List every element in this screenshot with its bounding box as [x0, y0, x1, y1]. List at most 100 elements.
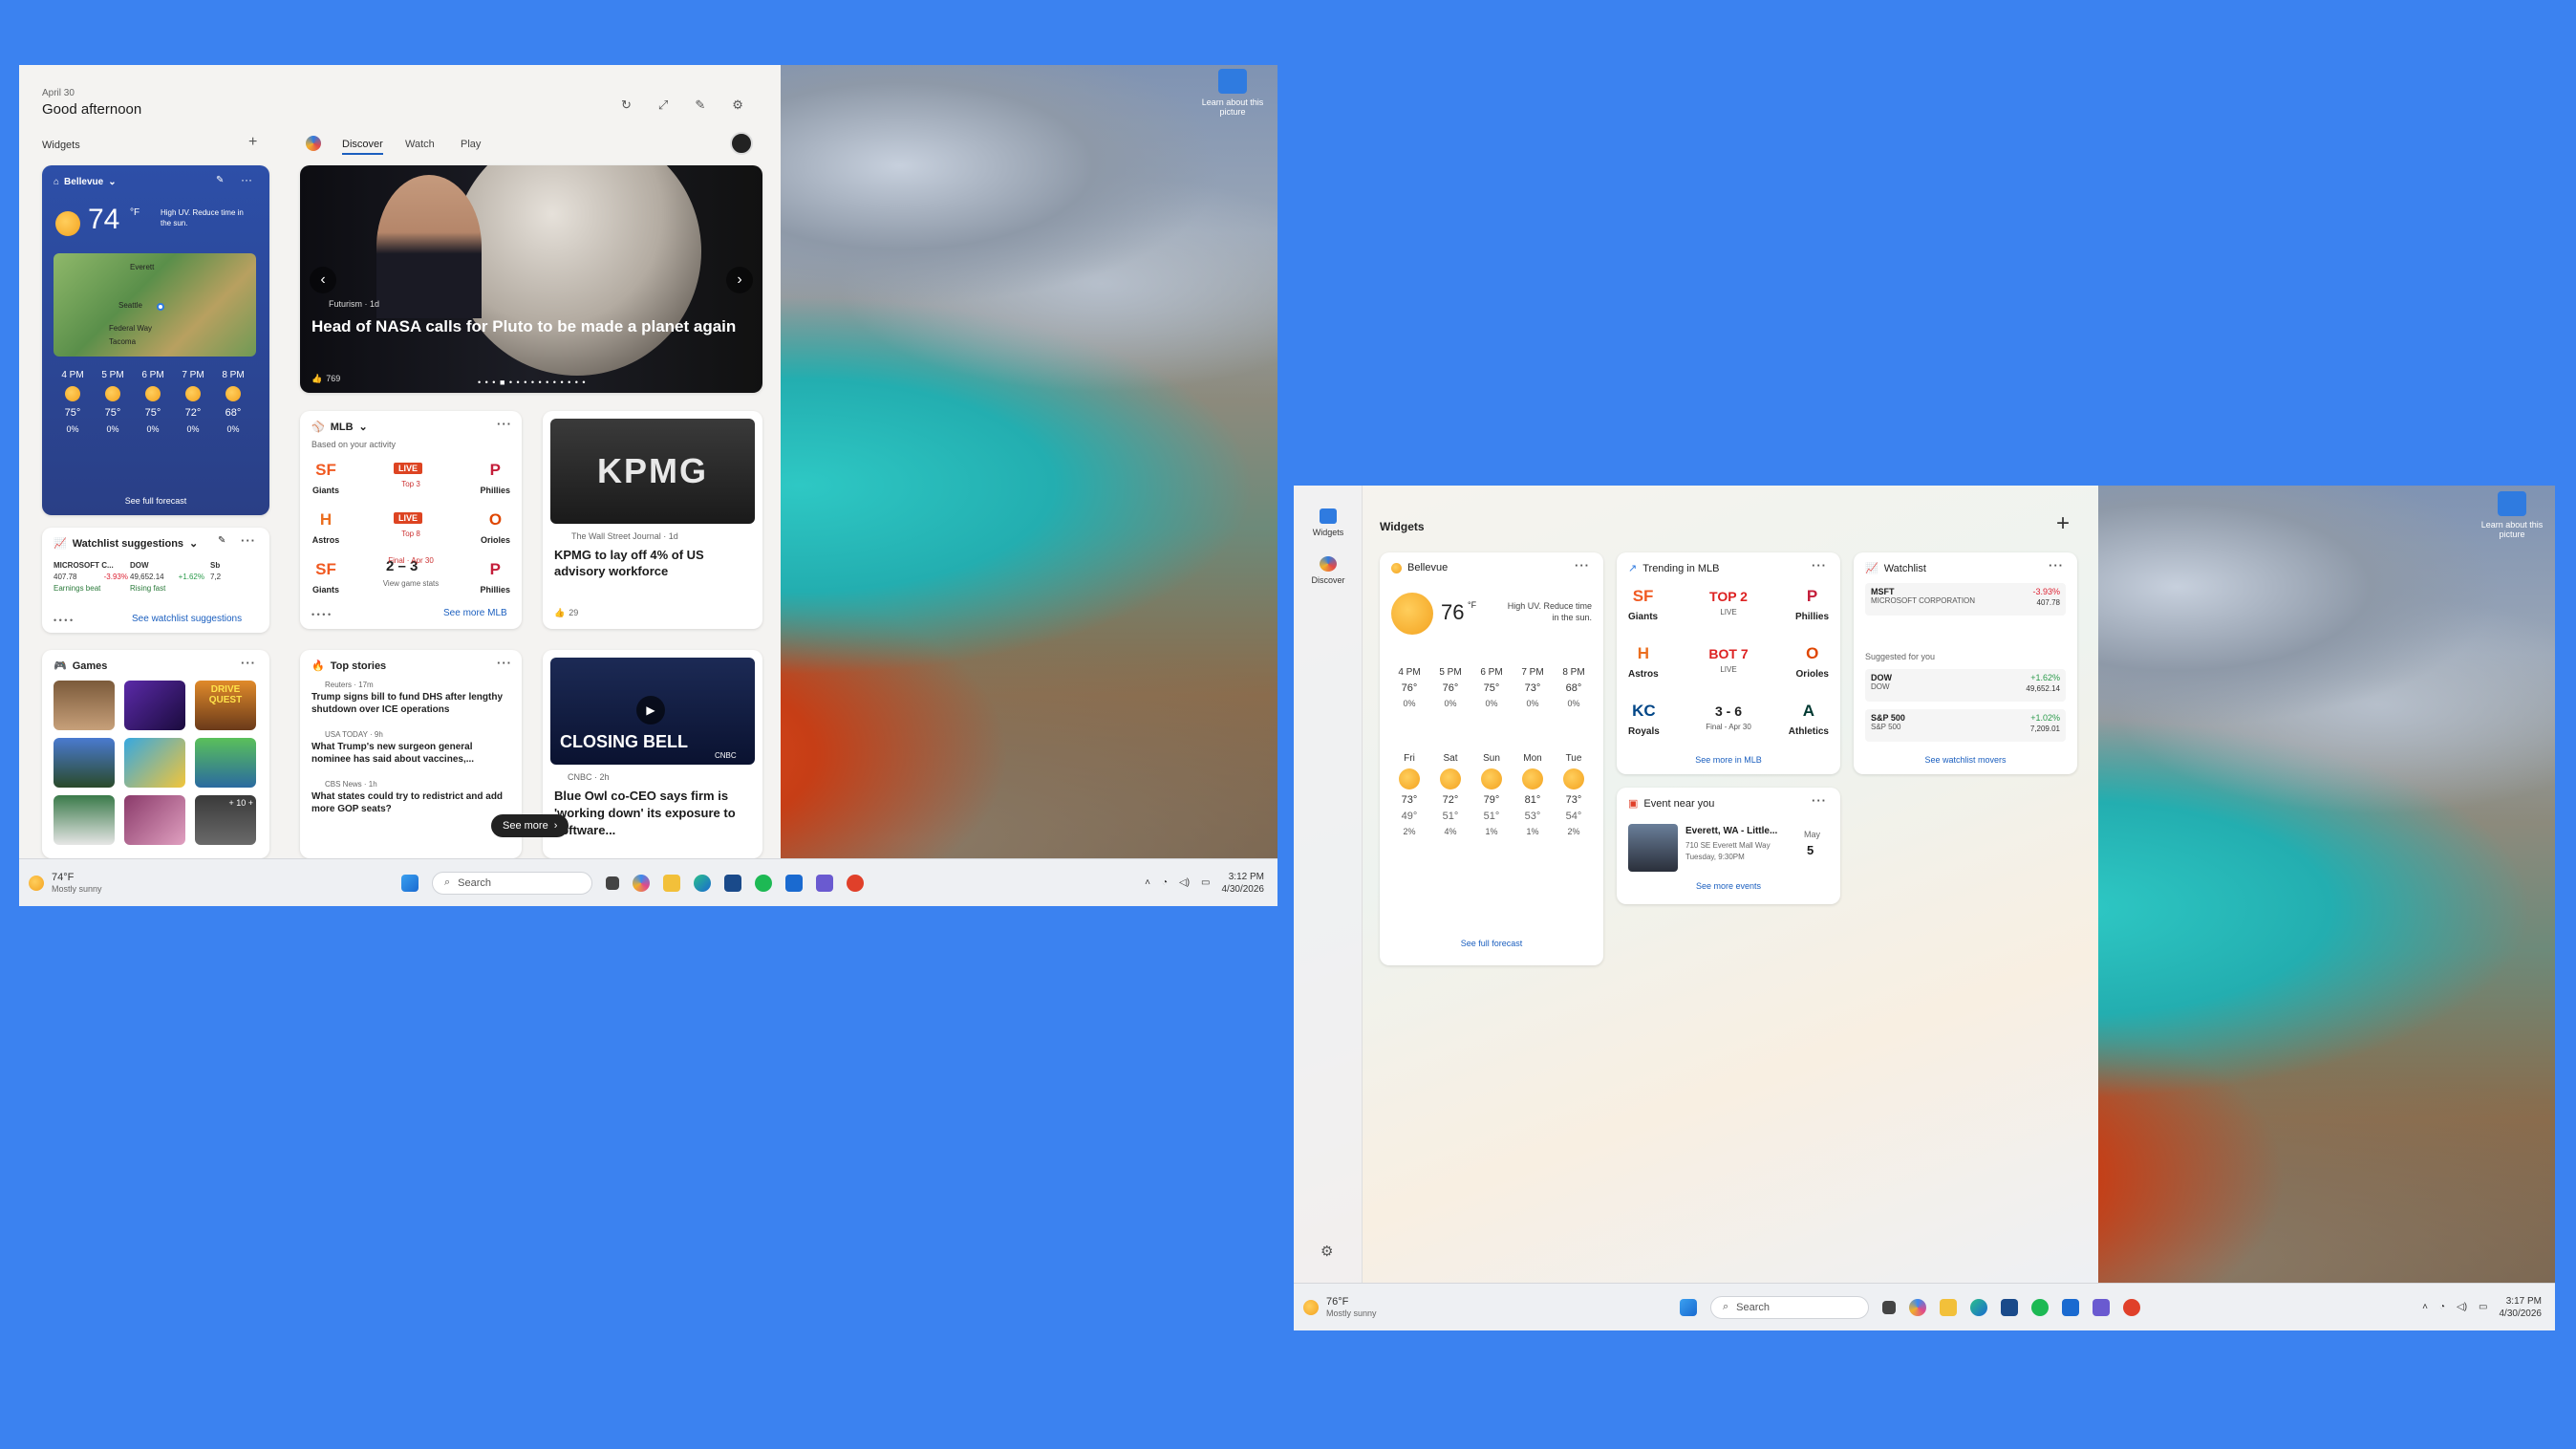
trending-mlb-widget[interactable]: ↗ Trending in MLB ··· See more in MLB SF G… — [1617, 552, 1840, 774]
store-icon[interactable] — [724, 874, 741, 892]
mlb-game-row[interactable]: H Astros O Orioles BOT 7 LIVE — [1628, 640, 1829, 694]
taskbar-search[interactable]: ⌕ Search — [432, 871, 592, 895]
gear-icon[interactable]: ⚙ — [1320, 1243, 1333, 1260]
chevron-up-icon[interactable]: ˄ — [1145, 877, 1150, 888]
mlb-game-row[interactable]: SF Giants P Phillies LIVE Top 3 — [311, 457, 510, 503]
more-options-icon[interactable]: ··· — [497, 417, 512, 431]
see-more-button[interactable]: See more › — [491, 814, 569, 837]
taskbar-weather[interactable]: 76°F Mostly sunny — [1303, 1296, 1377, 1319]
app-icon[interactable] — [2123, 1298, 2140, 1316]
hero-news-card[interactable]: ‹ › Futurism · 1d Head of NASA calls for… — [300, 165, 762, 393]
next-arrow-icon[interactable]: › — [726, 267, 753, 293]
stock-row[interactable]: S&P 500 S&P 500 +1.02% 7,209.01 — [1865, 709, 2066, 742]
top-stories-widget[interactable]: 🔥 Top stories ··· Reuters · 17m Trump sign… — [300, 650, 522, 858]
app-icon[interactable] — [847, 874, 864, 892]
see-watchlist-suggestions-link[interactable]: See watchlist suggestions — [132, 614, 242, 624]
game-tile[interactable] — [54, 681, 115, 730]
more-options-icon[interactable]: ··· — [241, 533, 256, 548]
see-more-events-link[interactable]: See more events — [1617, 881, 1840, 891]
file-explorer-icon[interactable] — [663, 874, 680, 892]
more-options-icon[interactable]: ··· — [241, 656, 256, 670]
clock[interactable]: 3:12 PM 4/30/2026 — [1222, 871, 1265, 896]
more-options-icon[interactable]: ··· — [1575, 558, 1590, 573]
game-tile[interactable] — [54, 795, 115, 845]
weather-widget[interactable]: Bellevue ··· 76 °F High UV. Reduce time … — [1380, 552, 1603, 965]
watchlist-item[interactable]: DOW 49,652.14 +1.62% Rising fast — [130, 560, 204, 595]
sidebar-item-discover[interactable]: Discover — [1303, 556, 1353, 585]
mlb-game-row[interactable]: H Astros O Orioles LIVE Top 8 — [311, 507, 510, 552]
mlb-widget[interactable]: ⚾ MLB ⌄ ··· Based on your activity • • • •… — [300, 411, 522, 629]
mlb-game-row[interactable]: KC Royals A Athletics 3 - 6 Final - Apr 30 — [1628, 698, 1829, 751]
windows-start-icon[interactable] — [1680, 1298, 1697, 1316]
stock-row[interactable]: DOW DOW +1.62% 49,652.14 — [1865, 669, 2066, 702]
task-view-icon[interactable] — [606, 876, 619, 890]
story-item[interactable]: Reuters · 17m Trump signs bill to fund DH… — [311, 681, 510, 716]
windows-start-icon[interactable] — [401, 874, 419, 892]
game-tile[interactable] — [124, 738, 185, 788]
teams-icon[interactable] — [2093, 1298, 2110, 1316]
game-tile[interactable] — [54, 738, 115, 788]
see-watchlist-movers-link[interactable]: See watchlist movers — [1854, 755, 2077, 765]
prev-arrow-icon[interactable]: ‹ — [310, 267, 336, 293]
chevron-down-icon[interactable]: ⌄ — [189, 537, 198, 550]
watchlist-widget[interactable]: 📈 Watchlist ··· Suggested for you See wat… — [1854, 552, 2077, 774]
taskbar-search[interactable]: ⌕ Search — [1710, 1295, 1869, 1319]
wifi-icon[interactable]: ◔ — [1162, 877, 1168, 888]
mlb-game-row[interactable]: SF Giants P Phillies 2 – 3 Final · Apr 30 View… — [311, 556, 510, 602]
games-widget[interactable]: 🎮 Games ··· DRIVE QUEST + 10 + — [42, 650, 269, 858]
gear-icon[interactable]: ⚙ — [732, 97, 743, 113]
edge-icon[interactable] — [1970, 1298, 1987, 1316]
spotify-icon[interactable] — [2031, 1298, 2049, 1316]
watchlist-suggestions-widget[interactable]: 📈 Watchlist suggestions ⌄ ✎ ··· • • • • Se… — [42, 528, 269, 633]
weather-map[interactable]: Everett Seattle Federal Way Tacoma — [54, 253, 256, 357]
volume-icon[interactable]: ◁) — [2457, 1302, 2467, 1312]
task-view-icon[interactable] — [1882, 1300, 1896, 1314]
story-item[interactable]: CBS News · 1h What states could try to re… — [311, 780, 510, 815]
game-tile[interactable] — [124, 681, 185, 730]
more-options-icon[interactable]: ··· — [2049, 558, 2064, 573]
pin-icon[interactable]: ✎ — [695, 97, 705, 113]
copilot-icon[interactable] — [633, 874, 650, 892]
copilot-icon[interactable] — [1909, 1298, 1926, 1316]
tab-watch[interactable]: Watch — [405, 139, 435, 150]
pin-icon[interactable]: ✎ — [216, 175, 224, 185]
chevron-up-icon[interactable]: ˄ — [2422, 1302, 2428, 1312]
learn-about-picture[interactable]: Learn about this picture — [2479, 491, 2545, 539]
hero-likes[interactable]: 👍 769 — [311, 374, 340, 384]
story-item[interactable]: USA TODAY · 9h What Trump's new surgeon g… — [311, 730, 510, 766]
more-options-icon[interactable]: ··· — [1812, 793, 1827, 808]
weather-widget[interactable]: ⌂ Bellevue ⌄ ✎ ··· 74 °F High UV. Reduce… — [42, 165, 269, 515]
see-full-forecast-link[interactable]: See full forecast — [1380, 939, 1603, 948]
chevron-down-icon[interactable]: ⌄ — [359, 421, 368, 433]
game-tile[interactable] — [124, 795, 185, 845]
teams-icon[interactable] — [816, 874, 833, 892]
kpmg-news-card[interactable]: KPMG The Wall Street Journal · 1d KPMG t… — [543, 411, 762, 629]
spotify-icon[interactable] — [755, 874, 772, 892]
pin-icon[interactable]: ✎ — [218, 535, 225, 546]
chevron-down-icon[interactable]: ⌄ — [108, 177, 116, 187]
tab-play[interactable]: Play — [461, 139, 481, 150]
refresh-icon[interactable]: ↻ — [621, 97, 632, 113]
more-options-icon[interactable]: ··· — [1812, 558, 1827, 573]
event-name[interactable]: Everett, WA - Little... — [1685, 826, 1777, 836]
learn-about-picture[interactable]: Learn about this picture — [1199, 69, 1266, 117]
battery-icon[interactable]: ▭ — [1201, 877, 1210, 888]
stock-row[interactable]: MSFT MICROSOFT CORPORATION -3.93% 407.78 — [1865, 583, 2066, 616]
wifi-icon[interactable]: ◔ — [2439, 1302, 2445, 1312]
kpmg-likes[interactable]: 👍 29 — [554, 608, 578, 618]
taskbar-weather[interactable]: 74°F Mostly sunny — [29, 872, 102, 895]
event-widget[interactable]: ▣ Event near you ··· Everett, WA - Little… — [1617, 788, 1840, 904]
game-tile[interactable]: + 10 + — [195, 795, 256, 845]
cnbc-title[interactable]: Blue Owl co-CEO says firm is 'working do… — [554, 788, 749, 839]
add-widget-icon[interactable]: + — [248, 134, 257, 151]
game-tile[interactable] — [195, 738, 256, 788]
kpmg-title[interactable]: KPMG to lay off 4% of US advisory workfo… — [554, 547, 749, 579]
clock[interactable]: 3:17 PM 4/30/2026 — [2500, 1295, 2543, 1320]
volume-icon[interactable]: ◁) — [1179, 877, 1190, 888]
file-explorer-icon[interactable] — [1940, 1298, 1957, 1316]
game-stats-link[interactable]: View game stats — [369, 579, 453, 588]
battery-icon[interactable]: ▭ — [2479, 1302, 2487, 1312]
see-full-forecast-link[interactable]: See full forecast — [42, 496, 269, 506]
see-more-mlb-link[interactable]: See more MLB — [443, 608, 507, 618]
see-more-mlb-link[interactable]: See more in MLB — [1617, 755, 1840, 765]
